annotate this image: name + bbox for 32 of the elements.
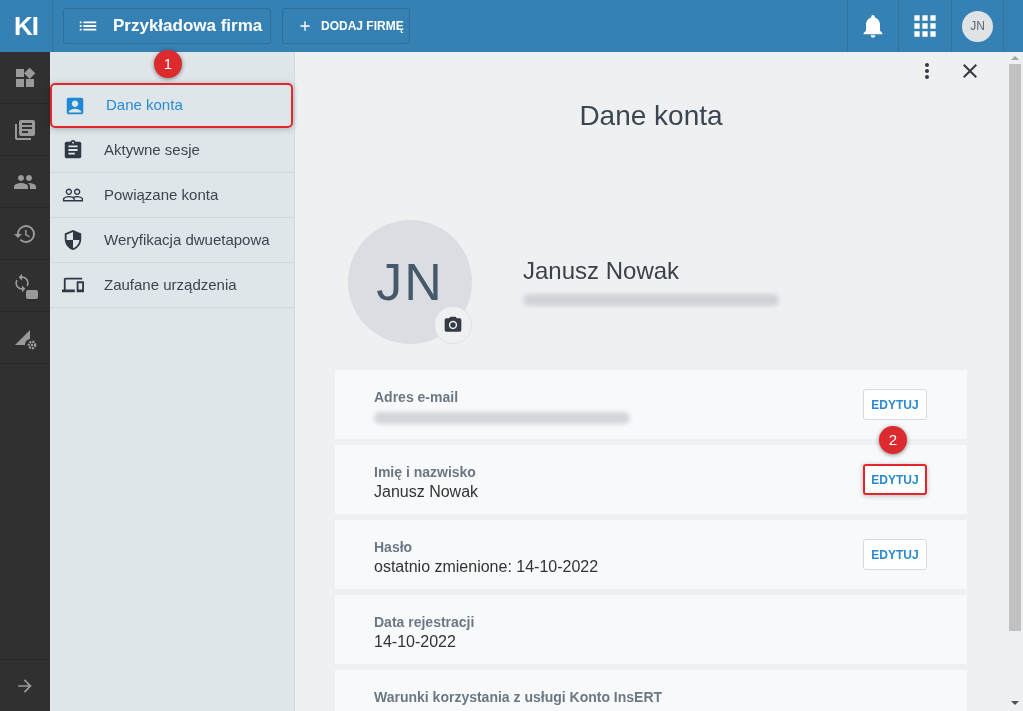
camera-icon (443, 315, 463, 335)
sync-device-icon[interactable] (12, 272, 38, 299)
sidebar-item[interactable]: Dane konta (50, 83, 293, 128)
change-photo-button[interactable] (434, 306, 472, 344)
field-label: Warunki korzystania z usługi Konto InsERT (374, 688, 663, 706)
sidebar-item[interactable]: Aktywne sesje (50, 128, 295, 173)
field-value: 14-10-2022 (374, 632, 456, 652)
scrollbar-thumb[interactable] (1009, 64, 1021, 631)
company-button[interactable]: Przykładowa firma (63, 8, 271, 44)
callout-badge: 2 (879, 426, 907, 454)
add-company-button[interactable]: DODAJ FIRMĘ (282, 8, 410, 44)
clipboard-icon (62, 139, 84, 161)
field-label: Hasło (374, 538, 413, 556)
callout-badge: 1 (154, 50, 182, 78)
widgets-icon[interactable] (13, 65, 37, 90)
app-logo[interactable]: KI (14, 6, 38, 46)
shield-icon (62, 229, 84, 251)
edit-button[interactable]: EDYTUJ (863, 464, 927, 495)
field-label: Data rejestracji (374, 613, 475, 631)
field-label: Adres e-mail (374, 388, 459, 406)
edit-button[interactable]: EDYTUJ (863, 539, 927, 570)
edit-button[interactable]: EDYTUJ (863, 389, 927, 420)
field-label: Imię i nazwisko (374, 463, 476, 481)
panel-title: Dane konta (579, 99, 723, 133)
profile-avatar: JN (348, 220, 472, 344)
field-value: ostatnio zmienione: 14-10-2022 (374, 557, 599, 577)
user-avatar[interactable]: JN (962, 10, 993, 42)
sidebar-item[interactable]: Weryfikacja dwuetapowa (50, 218, 295, 263)
field-value: Janusz Nowak (374, 482, 479, 502)
plus-icon (297, 18, 313, 34)
books-icon[interactable] (13, 117, 37, 142)
profile-name: Janusz Nowak (523, 256, 680, 286)
